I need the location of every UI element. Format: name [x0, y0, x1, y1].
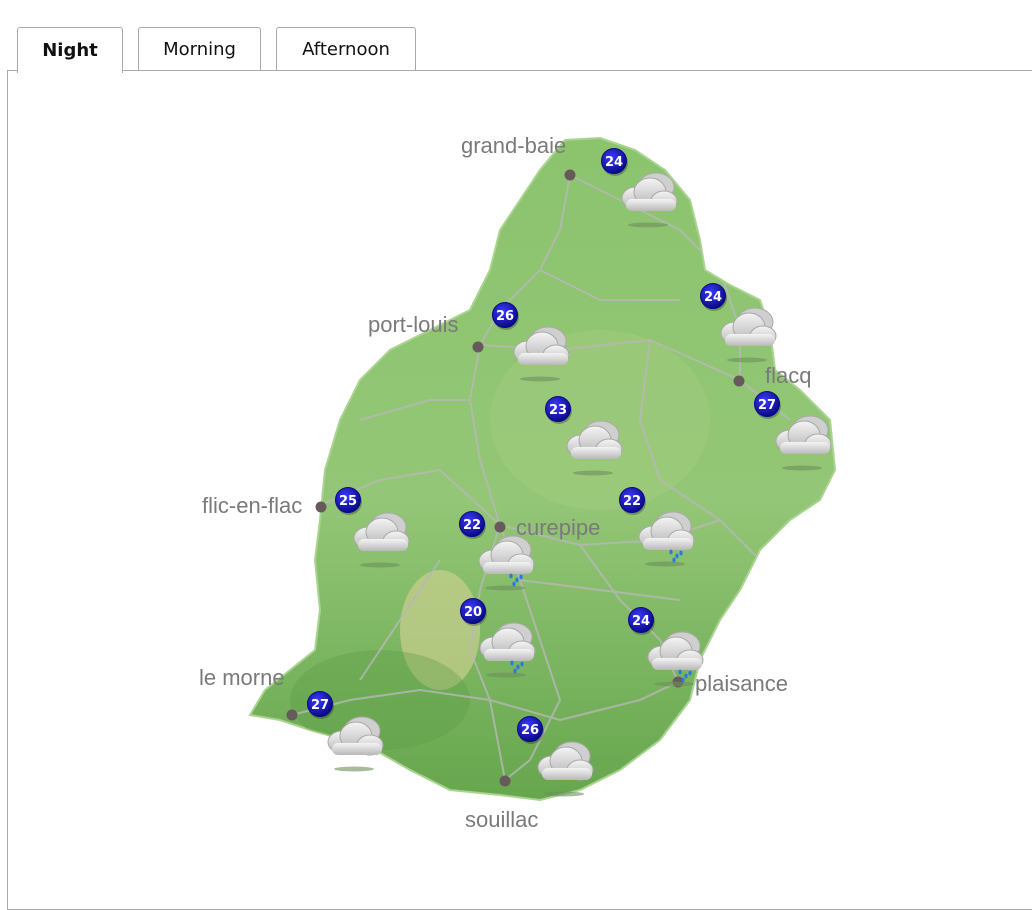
temperature-value: 22	[463, 518, 481, 533]
town-dot-flic-en-flac	[315, 501, 327, 513]
temperature-value: 27	[758, 398, 776, 413]
place-label-grand-baie: grand-baie	[461, 133, 566, 158]
island-landmass	[248, 136, 837, 802]
town-dot-port-louis	[472, 341, 484, 353]
temperature-value: 26	[496, 309, 514, 324]
place-label-plaisance: plaisance	[695, 671, 788, 696]
temperature-value: 23	[549, 403, 567, 418]
town-dot-curepipe	[494, 521, 506, 533]
temperature-value: 20	[464, 605, 482, 620]
place-label-port-louis: port-louis	[368, 312, 458, 337]
place-label-le-morne: le morne	[199, 665, 285, 690]
mauritius-map: grand-baie port-louis flacq flic-en-flac…	[199, 133, 837, 832]
place-label-curepipe: curepipe	[516, 515, 600, 540]
town-dot-grand-baie	[564, 169, 576, 181]
temperature-value: 27	[311, 698, 329, 713]
town-dot-souillac	[499, 775, 511, 787]
temperature-value: 24	[605, 155, 623, 170]
place-label-souillac: souillac	[465, 807, 538, 832]
town-dot-flacq	[733, 375, 745, 387]
temperature-value: 25	[339, 494, 357, 509]
temperature-value: 24	[704, 290, 722, 305]
temperature-value: 26	[521, 723, 539, 738]
place-label-flic-en-flac: flic-en-flac	[202, 493, 302, 518]
temperature-value: 22	[623, 494, 641, 509]
place-label-flacq: flacq	[765, 363, 811, 388]
town-dot-le-morne	[286, 709, 298, 721]
temperature-value: 24	[632, 614, 650, 629]
